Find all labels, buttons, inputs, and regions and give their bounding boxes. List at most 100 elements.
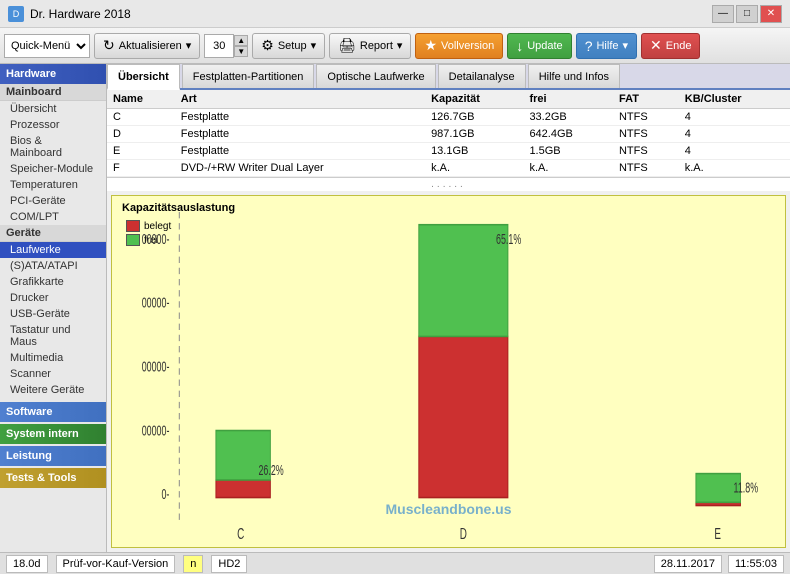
table-row: DFestplatte987.1GB642.4GBNTFS4	[107, 126, 790, 143]
title-bar-left: D Dr. Hardware 2018	[8, 6, 131, 22]
table-row: CFestplatte126.7GB33.2GBNTFS4	[107, 109, 790, 126]
sidebar-item-multimedia[interactable]: Multimedia	[0, 350, 106, 366]
decrement-button[interactable]: ▼	[234, 46, 248, 57]
ende-icon: ✕	[650, 37, 662, 54]
setup-icon: ⚙	[261, 37, 274, 54]
sidebar-item-usb[interactable]: USB-Geräte	[0, 306, 106, 322]
aktualisieren-button[interactable]: ↻ Aktualisieren ▾	[94, 33, 200, 59]
update-button[interactable]: ↓ Update	[507, 33, 571, 59]
sidebar-item-bios[interactable]: Bios & Mainboard	[0, 133, 106, 161]
quick-menu-dropdown[interactable]: Quick-Menü	[4, 34, 90, 58]
sidebar-item-laufwerke[interactable]: Laufwerke	[0, 242, 106, 258]
col-kb: KB/Cluster	[679, 90, 790, 109]
bar-d-xlabel: D	[460, 525, 467, 543]
hilfe-button[interactable]: ? Hilfe ▾	[576, 33, 637, 59]
capacity-chart-svg: 00000- 00000- 00000- 00000- 0- 26.2% C	[112, 196, 785, 547]
dots-separator: ......	[107, 178, 790, 191]
bar-c-used	[216, 480, 270, 498]
vollversion-button[interactable]: ★ Vollversion	[415, 33, 503, 59]
content-area: Übersicht Festplatten-Partitionen Optisc…	[107, 64, 790, 552]
sidebar-item-prozessor[interactable]: Prozessor	[0, 117, 106, 133]
report-button[interactable]: 🖨 Report ▾	[329, 33, 411, 59]
minimize-button[interactable]: —	[712, 5, 734, 23]
tab-bar: Übersicht Festplatten-Partitionen Optisc…	[107, 64, 790, 90]
watermark: Muscleandbone.us	[385, 501, 511, 517]
sidebar-item-scanner[interactable]: Scanner	[0, 366, 106, 382]
status-mode: Prüf-vor-Kauf-Version	[56, 555, 176, 573]
tab-hilfe[interactable]: Hilfe und Infos	[528, 64, 620, 88]
toolbar: Quick-Menü ↻ Aktualisieren ▾ ▲ ▼ ⚙ Setup…	[0, 28, 790, 64]
table-row: FDVD-/+RW Writer Dual Layerk.A.k.A.NTFSk…	[107, 160, 790, 177]
refresh-number-input[interactable]: ▲ ▼	[204, 34, 248, 58]
setup-button[interactable]: ⚙ Setup ▾	[252, 33, 325, 59]
sidebar-item-speicher[interactable]: Speicher-Module	[0, 161, 106, 177]
tab-detail[interactable]: Detailanalyse	[438, 64, 526, 88]
number-field[interactable]	[204, 34, 234, 58]
bar-c-xlabel: C	[237, 525, 244, 543]
status-version: 18.0d	[6, 555, 48, 573]
status-drive: HD2	[211, 555, 247, 573]
bar-d-free	[419, 225, 508, 337]
hilfe-icon: ?	[585, 38, 593, 54]
y-label-2: 00000-	[142, 294, 170, 311]
main-layout: Hardware Mainboard Übersicht Prozessor B…	[0, 64, 790, 552]
col-fat: FAT	[613, 90, 679, 109]
sidebar-item-weitere[interactable]: Weitere Geräte	[0, 382, 106, 398]
status-date: 28.11.2017	[654, 555, 722, 573]
chart-area: Kapazitätsauslastung belegt frei 00000- …	[111, 195, 786, 548]
title-bar: D Dr. Hardware 2018 — □ ✕	[0, 0, 790, 28]
bar-c-label: 26.2%	[258, 462, 284, 479]
sidebar-item-pci[interactable]: PCI-Geräte	[0, 193, 106, 209]
app-title: Dr. Hardware 2018	[30, 7, 131, 21]
y-label-5: 0-	[161, 486, 169, 503]
sidebar-item-com[interactable]: COM/LPT	[0, 209, 106, 225]
status-bar: 18.0d Prüf-vor-Kauf-Version n HD2 28.11.…	[0, 552, 790, 574]
drive-table: Name Art Kapazität frei FAT KB/Cluster C…	[107, 90, 790, 177]
tab-optische[interactable]: Optische Laufwerke	[316, 64, 435, 88]
vollversion-icon: ★	[424, 37, 437, 54]
sidebar-leistung-header[interactable]: Leistung	[0, 446, 106, 466]
status-right: 28.11.2017 11:55:03	[654, 555, 784, 573]
tab-partitionen[interactable]: Festplatten-Partitionen	[182, 64, 315, 88]
sidebar-item-sata[interactable]: (S)ATA/ATAPI	[0, 258, 106, 274]
sidebar-item-grafik[interactable]: Grafikkarte	[0, 274, 106, 290]
bar-d-label: 65.1%	[496, 231, 522, 248]
close-button[interactable]: ✕	[760, 5, 782, 23]
bar-e-xlabel: E	[714, 525, 721, 543]
ende-button[interactable]: ✕ Ende	[641, 33, 700, 59]
number-spinners[interactable]: ▲ ▼	[234, 35, 248, 57]
status-indicator: n	[183, 555, 203, 573]
sidebar-item-tastatur[interactable]: Tastatur und Maus	[0, 322, 106, 350]
col-kapazitat: Kapazität	[425, 90, 523, 109]
bar-d-used	[419, 336, 508, 497]
title-bar-controls[interactable]: — □ ✕	[712, 5, 782, 23]
sidebar-item-ubersicht[interactable]: Übersicht	[0, 101, 106, 117]
sidebar-geraete-group: Geräte	[0, 225, 106, 242]
sidebar-software-header[interactable]: Software	[0, 402, 106, 422]
y-label-1: 00000-	[142, 231, 170, 248]
sidebar-item-temperaturen[interactable]: Temperaturen	[0, 177, 106, 193]
refresh-icon: ↻	[103, 37, 115, 54]
sidebar-hardware-header[interactable]: Hardware	[0, 64, 106, 84]
drive-table-area: Name Art Kapazität frei FAT KB/Cluster C…	[107, 90, 790, 178]
col-name: Name	[107, 90, 175, 109]
update-icon: ↓	[516, 38, 523, 54]
status-time: 11:55:03	[728, 555, 784, 573]
y-label-3: 00000-	[142, 358, 170, 375]
tab-ubersicht[interactable]: Übersicht	[107, 64, 180, 90]
quick-menu-select[interactable]: Quick-Menü	[4, 34, 90, 58]
sidebar-mainboard-group: Mainboard	[0, 84, 106, 101]
sidebar-item-drucker[interactable]: Drucker	[0, 290, 106, 306]
bar-e-label: 11.8%	[734, 480, 759, 497]
y-label-4: 00000-	[142, 422, 170, 439]
col-frei: frei	[523, 90, 613, 109]
increment-button[interactable]: ▲	[234, 35, 248, 46]
sidebar-system-header[interactable]: System intern	[0, 424, 106, 444]
sidebar: Hardware Mainboard Übersicht Prozessor B…	[0, 64, 107, 552]
col-art: Art	[175, 90, 425, 109]
report-icon: 🖨	[338, 37, 356, 54]
sidebar-tests-header[interactable]: Tests & Tools	[0, 468, 106, 488]
table-row: EFestplatte13.1GB1.5GBNTFS4	[107, 143, 790, 160]
app-icon: D	[8, 6, 24, 22]
maximize-button[interactable]: □	[736, 5, 758, 23]
